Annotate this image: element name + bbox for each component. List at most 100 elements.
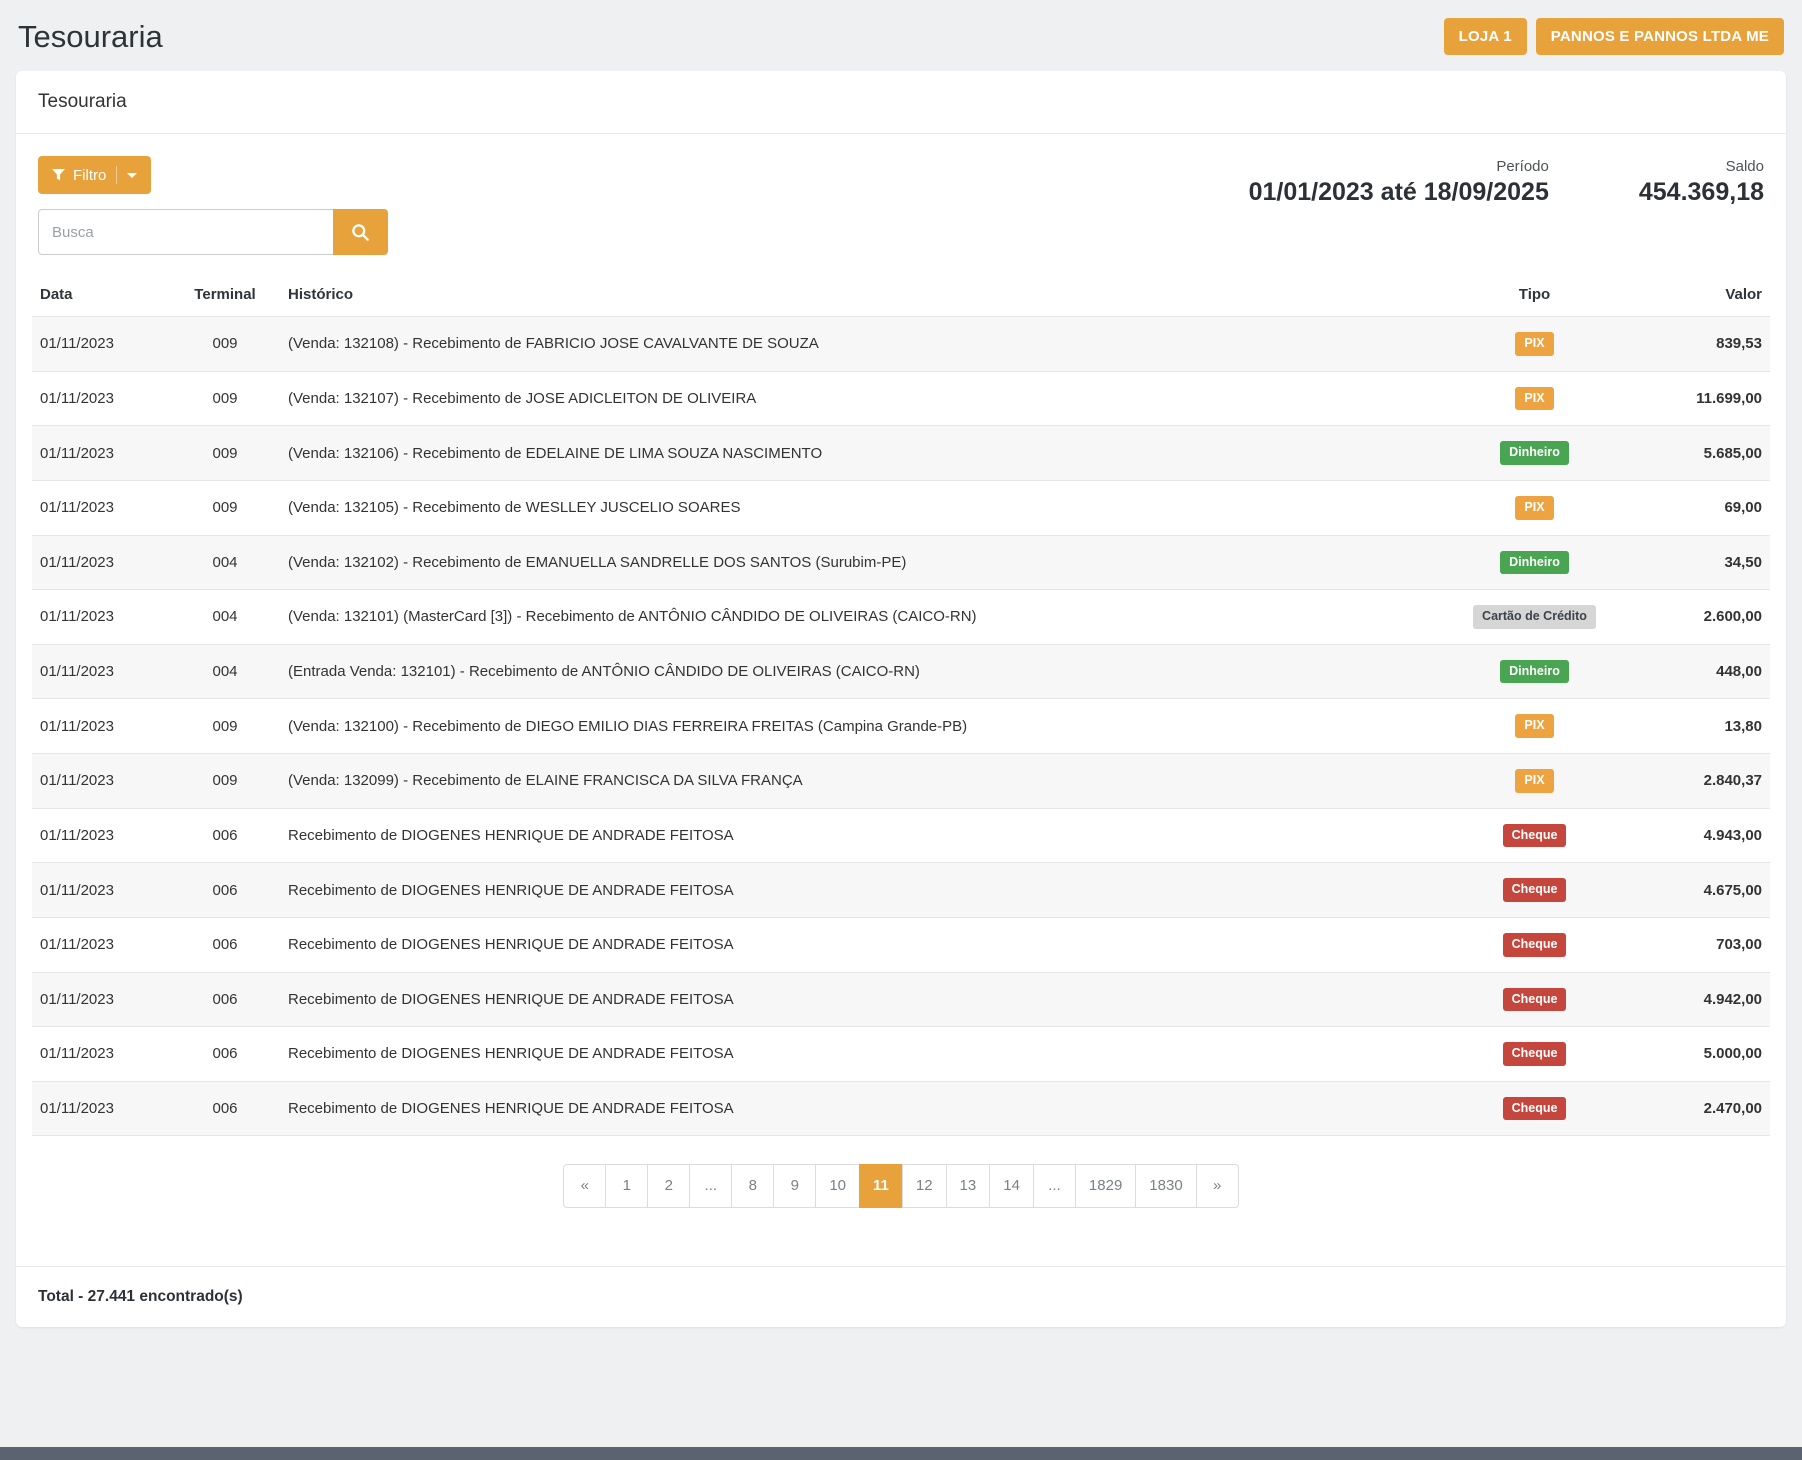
search-group <box>38 209 388 255</box>
pagination-page[interactable]: 13 <box>946 1164 991 1208</box>
cell-data: 01/11/2023 <box>32 371 170 426</box>
tipo-badge: Cheque <box>1503 933 1567 957</box>
cell-tipo: Cheque <box>1437 1027 1632 1082</box>
cell-historico: (Venda: 132107) - Recebimento de JOSE AD… <box>280 371 1437 426</box>
cell-valor: 34,50 <box>1632 535 1770 590</box>
cell-valor: 839,53 <box>1632 317 1770 372</box>
cell-tipo: Cheque <box>1437 972 1632 1027</box>
table-row: 01/11/2023006Recebimento de DIOGENES HEN… <box>32 808 1770 863</box>
table-row: 01/11/2023009(Venda: 132100) - Recebimen… <box>32 699 1770 754</box>
tipo-badge: Cartão de Crédito <box>1473 605 1596 629</box>
cell-terminal: 009 <box>170 317 280 372</box>
cell-historico: Recebimento de DIOGENES HENRIQUE DE ANDR… <box>280 1027 1437 1082</box>
table-row: 01/11/2023006Recebimento de DIOGENES HEN… <box>32 972 1770 1027</box>
card-heading: Tesouraria <box>16 71 1786 134</box>
pagination-page[interactable]: 1829 <box>1075 1164 1136 1208</box>
search-input[interactable] <box>38 209 334 255</box>
cell-valor: 448,00 <box>1632 644 1770 699</box>
cell-valor: 4.943,00 <box>1632 808 1770 863</box>
table-row: 01/11/2023004(Entrada Venda: 132101) - R… <box>32 644 1770 699</box>
table-row: 01/11/2023009(Venda: 132108) - Recebimen… <box>32 317 1770 372</box>
pagination-page[interactable]: 2 <box>647 1164 690 1208</box>
pagination-page[interactable]: 1830 <box>1135 1164 1196 1208</box>
cell-tipo: Cheque <box>1437 808 1632 863</box>
cell-terminal: 009 <box>170 754 280 809</box>
cell-terminal: 009 <box>170 699 280 754</box>
cell-tipo: Cheque <box>1437 1081 1632 1136</box>
table-row: 01/11/2023009(Venda: 132105) - Recebimen… <box>32 480 1770 535</box>
tipo-badge: Cheque <box>1503 878 1567 902</box>
toolbar: Filtro Perío <box>16 134 1786 267</box>
cell-historico: (Venda: 132105) - Recebimento de WESLLEY… <box>280 480 1437 535</box>
pagination-ellipsis: ... <box>1033 1164 1076 1208</box>
periodo-stat: Período 01/01/2023 até 18/09/2025 <box>1249 158 1549 207</box>
cell-historico: (Venda: 132102) - Recebimento de EMANUEL… <box>280 535 1437 590</box>
pagination-ellipsis: ... <box>689 1164 732 1208</box>
tipo-badge: Cheque <box>1503 988 1567 1012</box>
cell-tipo: Dinheiro <box>1437 644 1632 699</box>
tipo-badge: PIX <box>1515 332 1553 356</box>
table-body: 01/11/2023009(Venda: 132108) - Recebimen… <box>32 317 1770 1136</box>
pagination-page[interactable]: 11 <box>859 1164 903 1208</box>
pagination-page[interactable]: 9 <box>773 1164 816 1208</box>
table-row: 01/11/2023006Recebimento de DIOGENES HEN… <box>32 863 1770 918</box>
cell-tipo: PIX <box>1437 480 1632 535</box>
pagination-page[interactable]: 10 <box>815 1164 860 1208</box>
tipo-badge: Dinheiro <box>1500 441 1569 465</box>
cell-data: 01/11/2023 <box>32 426 170 481</box>
pagination-page[interactable]: 8 <box>731 1164 774 1208</box>
cell-valor: 69,00 <box>1632 480 1770 535</box>
saldo-stat: Saldo 454.369,18 <box>1639 158 1764 207</box>
tipo-badge: PIX <box>1515 387 1553 411</box>
table-row: 01/11/2023009(Venda: 132106) - Recebimen… <box>32 426 1770 481</box>
tipo-badge: Cheque <box>1503 1042 1567 1066</box>
cell-historico: Recebimento de DIOGENES HENRIQUE DE ANDR… <box>280 917 1437 972</box>
cell-data: 01/11/2023 <box>32 863 170 918</box>
cell-tipo: Cheque <box>1437 863 1632 918</box>
cell-valor: 703,00 <box>1632 917 1770 972</box>
company-button[interactable]: PANNOS E PANNOS LTDA ME <box>1536 18 1784 55</box>
pagination-page[interactable]: 12 <box>902 1164 947 1208</box>
tipo-badge: PIX <box>1515 769 1553 793</box>
cell-tipo: Cartão de Crédito <box>1437 590 1632 645</box>
summary-stats: Período 01/01/2023 até 18/09/2025 Saldo … <box>1249 156 1764 207</box>
cell-data: 01/11/2023 <box>32 1027 170 1082</box>
cell-historico: (Entrada Venda: 132101) - Recebimento de… <box>280 644 1437 699</box>
cell-tipo: PIX <box>1437 754 1632 809</box>
cell-data: 01/11/2023 <box>32 699 170 754</box>
cell-valor: 2.600,00 <box>1632 590 1770 645</box>
cell-data: 01/11/2023 <box>32 1081 170 1136</box>
column-header-tipo: Tipo <box>1437 273 1632 317</box>
filter-button-divider <box>116 166 117 184</box>
tipo-badge: PIX <box>1515 714 1553 738</box>
table-row: 01/11/2023004(Venda: 132101) (MasterCard… <box>32 590 1770 645</box>
cell-historico: (Venda: 132106) - Recebimento de EDELAIN… <box>280 426 1437 481</box>
pagination: «12...891011121314...18291830» <box>16 1136 1786 1216</box>
table-row: 01/11/2023006Recebimento de DIOGENES HEN… <box>32 917 1770 972</box>
cell-historico: (Venda: 132100) - Recebimento de DIEGO E… <box>280 699 1437 754</box>
cell-valor: 5.000,00 <box>1632 1027 1770 1082</box>
saldo-value: 454.369,18 <box>1639 178 1764 207</box>
cell-data: 01/11/2023 <box>32 972 170 1027</box>
cell-data: 01/11/2023 <box>32 754 170 809</box>
store-button[interactable]: LOJA 1 <box>1444 18 1527 55</box>
cell-tipo: PIX <box>1437 371 1632 426</box>
cell-tipo: Cheque <box>1437 917 1632 972</box>
cell-tipo: PIX <box>1437 699 1632 754</box>
cell-terminal: 004 <box>170 535 280 590</box>
saldo-label: Saldo <box>1639 158 1764 175</box>
table-wrap: DataTerminalHistóricoTipoValor 01/11/202… <box>16 267 1786 1136</box>
pagination-next[interactable]: » <box>1196 1164 1239 1208</box>
transactions-table: DataTerminalHistóricoTipoValor 01/11/202… <box>32 273 1770 1136</box>
column-header-data: Data <box>32 273 170 317</box>
search-button[interactable] <box>333 209 388 255</box>
pagination-page[interactable]: 1 <box>605 1164 648 1208</box>
table-row: 01/11/2023006Recebimento de DIOGENES HEN… <box>32 1081 1770 1136</box>
cell-terminal: 009 <box>170 480 280 535</box>
filter-button[interactable]: Filtro <box>38 156 151 194</box>
tipo-badge: PIX <box>1515 496 1553 520</box>
pagination-prev[interactable]: « <box>563 1164 606 1208</box>
cell-historico: (Venda: 132101) (MasterCard [3]) - Receb… <box>280 590 1437 645</box>
cell-tipo: Dinheiro <box>1437 426 1632 481</box>
pagination-page[interactable]: 14 <box>989 1164 1034 1208</box>
